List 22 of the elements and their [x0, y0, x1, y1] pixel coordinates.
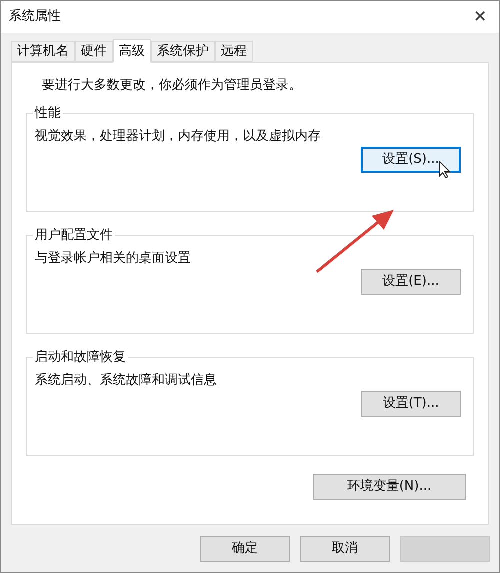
tab[interactable]: 硬件	[75, 41, 113, 62]
close-button[interactable]: ✕	[474, 5, 487, 29]
group-description: 视觉效果，处理器计划，内存使用，以及虚拟内存	[35, 128, 321, 146]
group-title: 性能	[34, 104, 62, 122]
group-description: 系统启动、系统故障和调试信息	[35, 372, 217, 390]
tab[interactable]: 远程	[215, 41, 253, 62]
group-description: 与登录帐户相关的桌面设置	[35, 250, 191, 268]
tab[interactable]: 高级	[113, 39, 151, 63]
group-title: 用户配置文件	[34, 226, 114, 244]
dialog-button[interactable]: 取消	[300, 536, 390, 562]
cursor-icon	[439, 161, 451, 179]
settings-button[interactable]: 设置(S)...	[361, 146, 461, 172]
tab[interactable]: 系统保护	[151, 41, 215, 62]
group-title: 启动和故障恢复	[34, 348, 127, 366]
apply-button[interactable]	[400, 536, 490, 562]
window-title: 系统属性	[9, 8, 61, 26]
tab[interactable]: 计算机名	[11, 41, 75, 62]
dialog-button[interactable]: 确定	[200, 536, 290, 562]
settings-button[interactable]: 设置(T)...	[361, 390, 461, 416]
settings-button[interactable]: 设置(E)...	[361, 268, 461, 294]
admin-notice: 要进行大多数更改，你必须作为管理员登录。	[41, 77, 303, 95]
environment-variables-button[interactable]: 环境变量(N)...	[313, 474, 466, 500]
